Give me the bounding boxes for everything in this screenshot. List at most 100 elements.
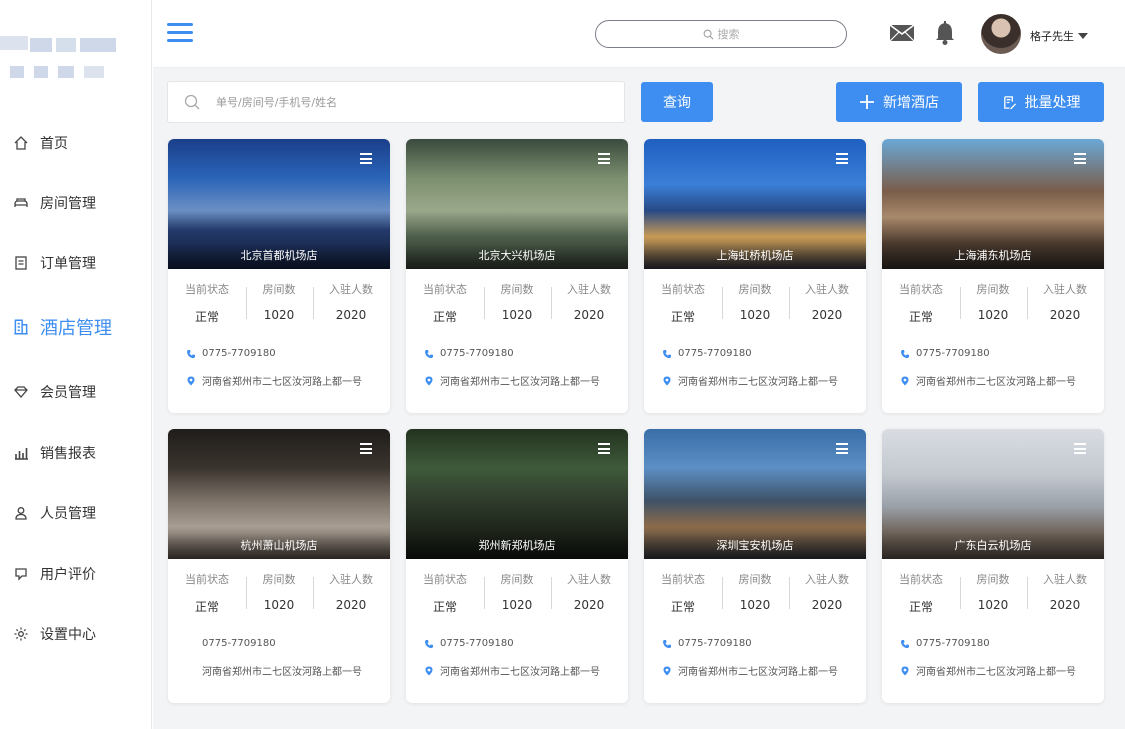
phone-text: 0775-7709180: [440, 638, 514, 649]
stat-divider: [1027, 287, 1028, 319]
person-icon: [12, 504, 30, 522]
address-text: 河南省郑州市二七区汝河路上都一号: [202, 377, 362, 388]
stat-label: 入驻人数: [329, 283, 373, 296]
hotel-phone: 0775-7709180: [900, 638, 990, 649]
hotel-stats: 当前状态 正常 房间数 1020 入驻人数 2020: [644, 571, 866, 621]
sidebar-item-label: 首页: [40, 136, 68, 152]
stat-label: 房间数: [738, 573, 772, 586]
card-menu-icon[interactable]: [836, 443, 848, 454]
stat-status: 当前状态 正常: [886, 281, 956, 325]
stat-rooms: 房间数 1020: [244, 571, 314, 612]
stat-value: 1020: [739, 308, 771, 322]
stat-guests: 入驻人数 2020: [554, 281, 624, 322]
hotel-address: 河南省郑州市二七区汝河路上都一号: [900, 373, 1076, 388]
card-menu-icon[interactable]: [598, 443, 610, 454]
chevron-down-icon[interactable]: [1078, 33, 1088, 39]
stat-label: 入驻人数: [805, 283, 849, 296]
hotel-name: 杭州萧山机场店: [240, 539, 318, 552]
hotel-phone: 0775-7709180: [900, 348, 990, 359]
hotel-phone: 0775-7709180: [662, 348, 752, 359]
stat-divider: [551, 577, 552, 609]
batch-process-label: 批量处理: [1024, 95, 1081, 111]
sidebar-item-home[interactable]: 首页: [0, 123, 152, 163]
location-pin-icon: [900, 376, 910, 386]
hotel-card[interactable]: 深圳宝安机场店 当前状态 正常 房间数 1020 入驻人数 2020 0775-7709180…: [644, 429, 866, 703]
stat-label: 房间数: [262, 283, 296, 296]
stat-divider: [789, 577, 790, 609]
stat-status: 当前状态 正常: [648, 281, 718, 325]
stat-value: 1020: [739, 598, 771, 612]
address-text: 河南省郑州市二七区汝河路上都一号: [440, 377, 600, 388]
card-menu-icon[interactable]: [360, 153, 372, 164]
stat-rooms: 房间数 1020: [720, 281, 790, 322]
add-hotel-button[interactable]: 新增酒店: [836, 82, 962, 122]
hotel-card[interactable]: 杭州萧山机场店 当前状态 正常 房间数 1020 入驻人数 2020 0775-7709180…: [168, 429, 390, 703]
stat-guests: 入驻人数 2020: [1030, 281, 1100, 322]
hotel-photo[interactable]: 广东白云机场店: [882, 429, 1104, 559]
sidebar-item-hotels[interactable]: 酒店管理: [0, 307, 152, 347]
card-menu-icon[interactable]: [836, 153, 848, 164]
stat-value: 2020: [811, 308, 843, 322]
hotel-card[interactable]: 北京首都机场店 当前状态 正常 房间数 1020 入驻人数 2020 0775-7709180…: [168, 139, 390, 413]
hotel-card[interactable]: 广东白云机场店当前状态 正常 房间数 1020 入驻人数 2020 0775-7709180…: [882, 429, 1104, 703]
hotel-stats: 当前状态 正常 房间数 1020 入驻人数 2020: [882, 571, 1104, 621]
stat-value: 正常: [194, 600, 219, 614]
hotel-name: 深圳宝安机场店: [716, 539, 794, 552]
hotel-card[interactable]: 北京大兴机场店 当前状态 正常 房间数 1020 入驻人数 2020 0775-7709180…: [406, 139, 628, 413]
hotel-photo[interactable]: 深圳宝安机场店: [644, 429, 866, 559]
sidebar-item-rooms[interactable]: 房间管理: [0, 183, 152, 223]
global-search-input[interactable]: 搜索: [595, 20, 847, 48]
sidebar-item-label: 人员管理: [40, 506, 96, 522]
stat-label: 当前状态: [185, 283, 229, 296]
sidebar-item-label: 房间管理: [40, 196, 96, 212]
sidebar-item-label: 酒店管理: [40, 318, 112, 339]
hotel-photo[interactable]: 上海浦东机场店: [882, 139, 1104, 269]
hotel-card[interactable]: 上海虹桥机场店当前状态 正常 房间数 1020 入驻人数 2020 0775-7709180…: [644, 139, 866, 413]
bell-icon[interactable]: [933, 20, 957, 46]
stat-value: 2020: [811, 598, 843, 612]
hotel-photo[interactable]: 北京首都机场店: [168, 139, 390, 269]
sidebar-item-settings[interactable]: 设置中心: [0, 614, 152, 654]
hotel-stats: 当前状态 正常 房间数 1020 入驻人数 2020: [168, 571, 390, 621]
card-menu-icon[interactable]: [1074, 443, 1086, 454]
hotel-photo[interactable]: 杭州萧山机场店: [168, 429, 390, 559]
hotel-photo[interactable]: 北京大兴机场店: [406, 139, 628, 269]
hotel-photo[interactable]: 郑州新郑机场店: [406, 429, 628, 559]
stat-label: 入驻人数: [805, 573, 849, 586]
sidebar-item-sales[interactable]: 销售报表: [0, 433, 152, 473]
stat-status: 当前状态 正常: [410, 571, 480, 615]
hotel-name: 广东白云机场店: [954, 539, 1032, 552]
stat-guests: 入驻人数 2020: [792, 571, 862, 612]
hotel-photo[interactable]: 上海虹桥机场店: [644, 139, 866, 269]
hotel-card[interactable]: 郑州新郑机场店 当前状态 正常 房间数 1020 入驻人数 2020 0775-7709180…: [406, 429, 628, 703]
hotel-phone: 0775-7709180: [662, 638, 752, 649]
phone-text: 0775-7709180: [916, 348, 990, 359]
query-button[interactable]: 查询: [641, 82, 713, 122]
batch-process-button[interactable]: 批量处理: [978, 82, 1104, 122]
sidebar-item-staff[interactable]: 人员管理: [0, 493, 152, 533]
sidebar-item-orders[interactable]: 订单管理: [0, 243, 152, 283]
sidebar-item-members[interactable]: 会员管理: [0, 372, 152, 412]
stat-label: 当前状态: [899, 573, 943, 586]
hotel-address: 河南省郑州市二七区汝河路上都一号: [186, 663, 362, 678]
card-menu-icon[interactable]: [360, 443, 372, 454]
user-name[interactable]: 格子先生: [1030, 28, 1074, 44]
menu-toggle-icon[interactable]: [167, 22, 193, 44]
stat-divider: [313, 577, 314, 609]
stat-value: 1020: [501, 308, 533, 322]
hotel-stats: 当前状态 正常 房间数 1020 入驻人数 2020: [168, 281, 390, 331]
avatar[interactable]: [981, 14, 1021, 54]
filter-input[interactable]: [216, 95, 596, 109]
mail-icon[interactable]: [889, 22, 915, 44]
phone-icon: [424, 349, 434, 359]
hotel-card[interactable]: 上海浦东机场店 当前状态 正常 房间数 1020 入驻人数 2020 0775-7709180…: [882, 139, 1104, 413]
sidebar-item-reviews[interactable]: 用户评价: [0, 554, 152, 594]
hotel-phone: 0775-7709180: [424, 638, 514, 649]
address-text: 河南省郑州市二七区汝河路上都一号: [678, 667, 838, 678]
stat-rooms: 房间数 1020: [958, 571, 1028, 612]
stat-label: 房间数: [500, 573, 534, 586]
stat-rooms: 房间数 1020: [482, 281, 552, 322]
filter-search-field[interactable]: [167, 81, 625, 123]
card-menu-icon[interactable]: [1074, 153, 1086, 164]
card-menu-icon[interactable]: [598, 153, 610, 164]
